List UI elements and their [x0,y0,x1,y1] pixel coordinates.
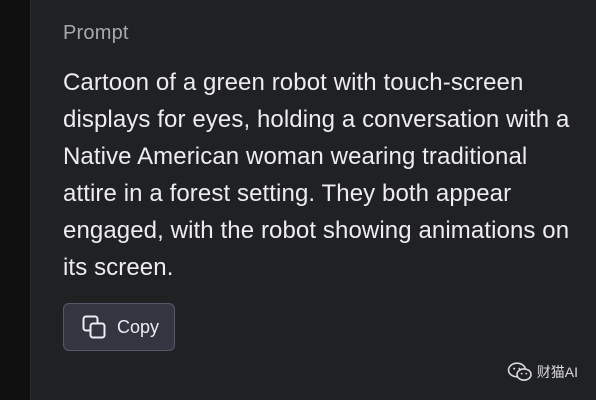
copy-icon [81,314,107,340]
prompt-text: Cartoon of a green robot with touch-scre… [63,69,570,281]
copy-button[interactable]: Copy [63,303,175,351]
watermark: 财猫AI [507,362,578,382]
left-sidebar-edge [0,0,30,400]
copy-button-label: Copy [117,316,160,337]
prompt-label: Prompt [63,22,129,44]
watermark-text: 财猫AI [536,364,578,380]
wechat-icon [507,362,533,382]
prompt-panel: Prompt Cartoon of a green robot with tou… [31,0,596,400]
